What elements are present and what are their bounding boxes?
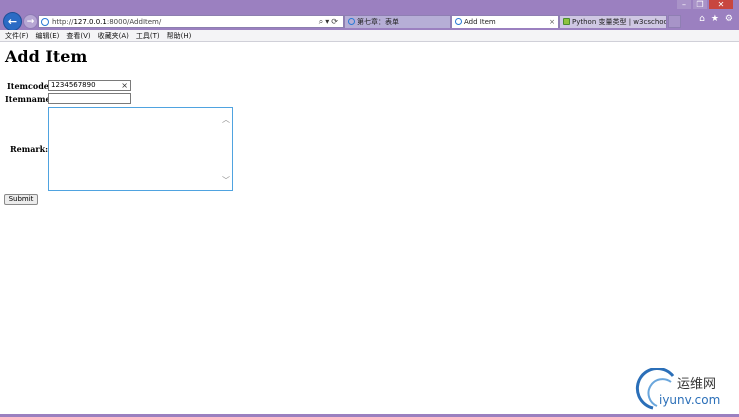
home-icon[interactable]: ⌂ (699, 14, 705, 24)
page-title: Add Item (5, 47, 88, 66)
address-bar[interactable]: http://127.0.0.1:8000/AddItem/ ⌕▾⟳ (38, 15, 344, 28)
settings-gear-icon[interactable]: ⚙ (725, 14, 733, 24)
browser-toolbar: – ❐ ✕ ← → http://127.0.0.1:8000/AddItem/… (0, 0, 739, 31)
watermark-en: iyunv.com (659, 393, 721, 407)
ie-page-icon (41, 18, 49, 26)
menu-help[interactable]: 帮助(H) (167, 30, 192, 41)
clear-input-icon[interactable]: × (121, 81, 128, 90)
window-controls: – ❐ ✕ (677, 0, 733, 10)
forward-button[interactable]: → (23, 14, 38, 29)
favorites-star-icon[interactable]: ★ (711, 14, 719, 24)
scroll-up-icon[interactable]: ︿ (222, 114, 230, 125)
close-window-icon[interactable]: ✕ (709, 0, 733, 9)
close-tab-icon[interactable]: × (549, 16, 555, 28)
back-button[interactable]: ← (3, 12, 22, 31)
menu-bar: 文件(F) 编辑(E) 查看(V) 收藏夹(A) 工具(T) 帮助(H) (0, 30, 739, 42)
itemcode-input[interactable]: 1234567890 × (48, 80, 131, 91)
tab-python[interactable]: Python 变量类型 | w3cschool... (559, 15, 667, 28)
minimize-icon[interactable]: – (677, 0, 691, 9)
search-refresh-icons[interactable]: ⌕▾⟳ (319, 16, 340, 28)
itemcode-value: 1234567890 (51, 81, 96, 89)
new-tab-button[interactable] (668, 15, 681, 28)
tab-label: 第七章：表单 (357, 18, 399, 26)
tab-chapter7[interactable]: 第七章：表单 (344, 15, 451, 28)
remark-label: Remark: (10, 144, 49, 154)
url-prefix: http:// (52, 18, 74, 26)
menu-edit[interactable]: 编辑(E) (36, 30, 60, 41)
url-host: 127.0.0.1 (73, 18, 107, 26)
ie-tab-icon (455, 18, 462, 25)
itemcode-label: Itemcode: (7, 81, 52, 91)
ie-tab-icon (348, 18, 355, 25)
url-path: :8000/AddItem/ (106, 18, 162, 26)
w3c-tab-icon (563, 18, 570, 25)
menu-file[interactable]: 文件(F) (5, 30, 29, 41)
tab-label: Python 变量类型 | w3cschool... (572, 18, 667, 26)
restore-icon[interactable]: ❐ (693, 0, 707, 9)
itemname-label: Itemname: (5, 94, 54, 104)
toolbar-icons: ⌂ ★ ⚙ (699, 14, 733, 24)
itemname-input[interactable] (48, 93, 131, 104)
menu-tools[interactable]: 工具(T) (136, 30, 160, 41)
menu-view[interactable]: 查看(V) (66, 30, 90, 41)
scroll-down-icon[interactable]: ﹀ (222, 175, 230, 186)
tab-add-item[interactable]: Add Item × (451, 15, 559, 28)
watermark-cn: 运维网 (677, 377, 717, 392)
remark-textarea[interactable]: ︿ ﹀ (48, 107, 233, 191)
tab-label: Add Item (464, 18, 496, 26)
submit-button[interactable]: Submit (4, 194, 38, 205)
menu-favorites[interactable]: 收藏夹(A) (98, 30, 129, 41)
address-url: http://127.0.0.1:8000/AddItem/ (52, 16, 161, 28)
